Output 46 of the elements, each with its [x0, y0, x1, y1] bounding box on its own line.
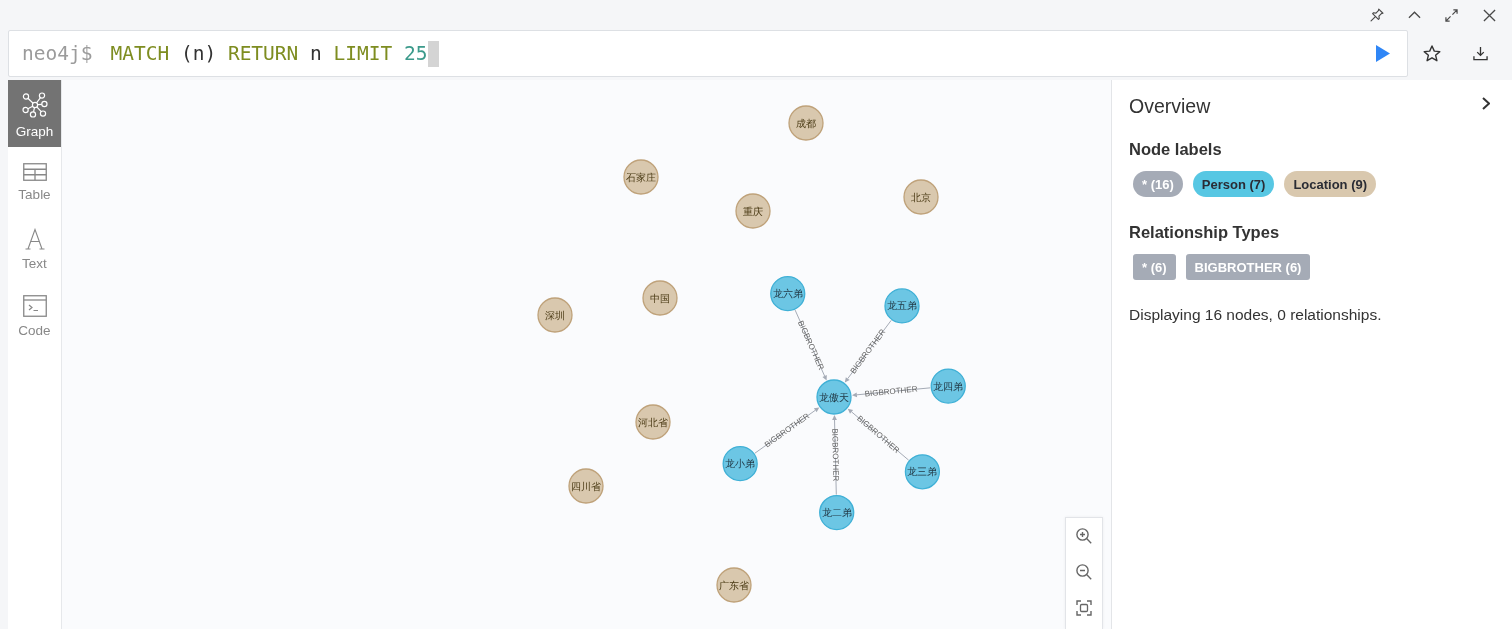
text-cursor-icon — [427, 40, 439, 67]
person-node[interactable]: 龙傲天 — [816, 379, 852, 415]
chevron-up-icon — [1407, 11, 1421, 19]
play-icon — [1376, 45, 1390, 62]
letter-a-icon — [24, 228, 45, 250]
network-icon — [21, 92, 48, 118]
location-node[interactable]: 四川省 — [568, 468, 604, 504]
collapse-panel-button[interactable] — [1480, 94, 1492, 112]
query-input[interactable]: MATCH (n) RETURN n LIMIT 25 — [110, 42, 428, 65]
download-icon — [1473, 46, 1489, 61]
query-editor[interactable]: neo4j$ MATCH (n) RETURN n LIMIT 25 — [8, 30, 1408, 77]
node-label-tag[interactable]: Person (7) — [1192, 171, 1275, 197]
view-tab[interactable]: Graph — [8, 80, 61, 147]
location-node[interactable]: 广东省 — [716, 567, 752, 603]
location-node[interactable]: 成都 — [788, 105, 824, 141]
close-icon — [1482, 8, 1496, 22]
section-heading: Node labels — [1129, 139, 1222, 159]
person-node[interactable]: 龙六弟 — [770, 276, 806, 312]
person-node[interactable]: 龙三弟 — [904, 454, 941, 490]
star-icon — [1423, 45, 1442, 62]
magnifier-plus-icon — [1076, 528, 1092, 544]
location-node[interactable]: 中国 — [642, 280, 678, 316]
person-node[interactable]: 龙二弟 — [819, 494, 855, 531]
node-label-tag[interactable]: Location (9) — [1284, 171, 1377, 197]
corner-brackets-icon — [1076, 600, 1092, 616]
summary-text: Displaying 16 nodes, 0 relationships. — [1129, 305, 1382, 325]
magnifier-minus-icon — [1076, 564, 1092, 580]
view-tab[interactable]: Code — [8, 281, 61, 348]
location-node[interactable]: 石家庄 — [623, 159, 659, 195]
location-node[interactable]: 河北省 — [635, 404, 671, 440]
section-heading: Relationship Types — [1129, 222, 1280, 242]
chevron-right-icon — [1482, 96, 1490, 110]
person-node[interactable]: 龙小弟 — [722, 446, 758, 482]
diagonal-arrows-icon — [1445, 8, 1459, 22]
pin-icon — [1369, 8, 1384, 22]
view-tab[interactable]: Text — [8, 214, 61, 281]
person-node[interactable]: 龙四弟 — [930, 368, 966, 404]
terminal-icon — [22, 295, 47, 317]
person-node[interactable]: 龙五弟 — [884, 288, 920, 324]
view-tab[interactable]: Table — [8, 147, 61, 214]
table-icon — [22, 163, 47, 181]
prompt-label: neo4j$ — [22, 42, 93, 65]
location-node[interactable]: 深圳 — [537, 297, 573, 333]
panel-title: Overview — [1129, 94, 1211, 118]
location-node[interactable]: 北京 — [903, 179, 939, 215]
location-node[interactable]: 重庆 — [735, 193, 771, 229]
